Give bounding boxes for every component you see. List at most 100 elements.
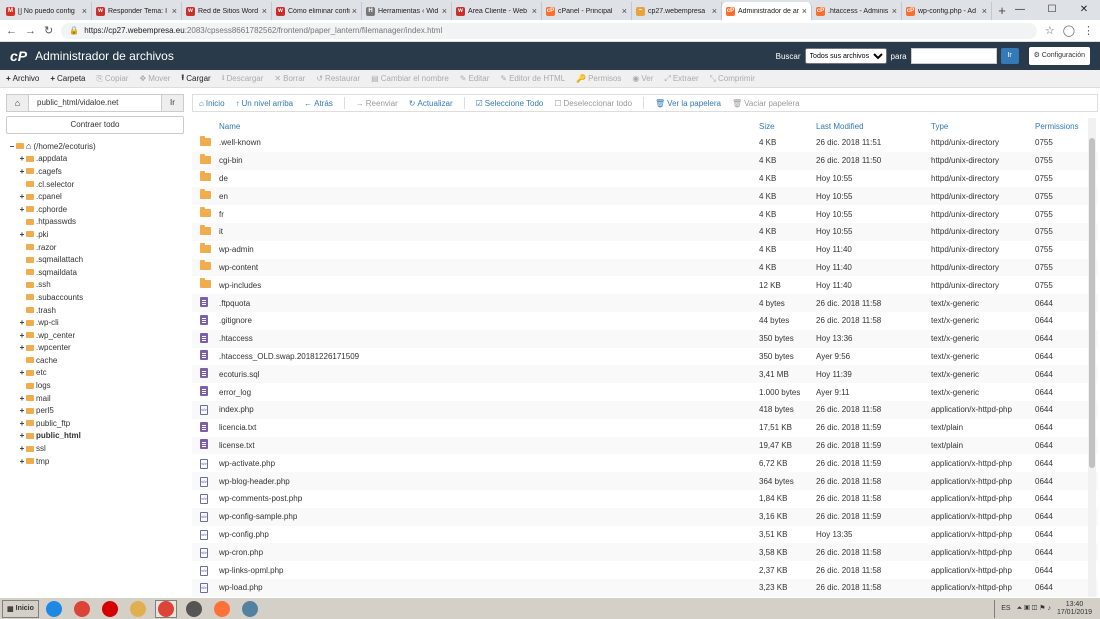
tree-item[interactable]: .htpasswds: [8, 216, 188, 229]
toolbar-editor-de-html-button[interactable]: ✎ Editor de HTML: [500, 74, 565, 83]
table-row[interactable]: </> wp-links-opml.php 2,37 KB 26 dic. 2018 …: [192, 561, 1098, 579]
taskbar-app[interactable]: [127, 600, 149, 618]
tree-item[interactable]: .subaccounts: [8, 291, 188, 304]
close-icon[interactable]: ×: [982, 6, 987, 16]
tree-toggle-icon[interactable]: −: [8, 142, 16, 151]
toolbar-archivo-button[interactable]: + Archivo: [6, 74, 39, 83]
close-icon[interactable]: ×: [892, 6, 897, 16]
table-row[interactable]: license.txt 19,47 KB 26 dic. 2018 11:59 tex…: [192, 436, 1098, 455]
nav-seleccione-todo-button[interactable]: ☑ Seleccione Todo: [476, 99, 544, 108]
close-icon[interactable]: ×: [802, 6, 807, 16]
column-type[interactable]: Type: [931, 122, 1035, 131]
tree-item[interactable]: + tmp: [8, 455, 188, 468]
close-icon[interactable]: ×: [262, 6, 267, 16]
table-row[interactable]: .ftpquota 4 bytes 26 dic. 2018 11:58 text/x…: [192, 294, 1098, 312]
close-icon[interactable]: ×: [442, 6, 447, 16]
table-row[interactable]: </> wp-cron.php 3,58 KB 26 dic. 2018 11:58 a…: [192, 543, 1098, 562]
tree-toggle-icon[interactable]: +: [18, 431, 26, 440]
nav-actualizar-button[interactable]: ↻ Actualizar: [409, 99, 453, 108]
nav-inicio-button[interactable]: ⌂ Inicio: [199, 99, 225, 108]
table-row[interactable]: .htaccess_OLD.swap.20181226171509 350 byt…: [192, 348, 1098, 366]
nav-deseleccionar-todo-button[interactable]: ☐ Deseleccionar todo: [554, 99, 632, 108]
tree-item[interactable]: .trash: [8, 304, 188, 317]
taskbar-app[interactable]: [43, 600, 65, 618]
browser-tab[interactable]: cP wp-config.php - Ad ×: [902, 2, 992, 20]
forward-icon[interactable]: →: [25, 25, 36, 37]
tree-toggle-icon[interactable]: +: [18, 154, 26, 163]
tree-toggle-icon[interactable]: +: [18, 419, 26, 428]
tray-icons[interactable]: ⏶ ▣ ◫ ⚑ ♪: [1017, 604, 1051, 613]
tree-item[interactable]: + .wpcenter: [8, 342, 188, 355]
taskbar-app[interactable]: [99, 600, 121, 618]
toolbar-restaurar-button[interactable]: ↺ Restaurar: [316, 74, 360, 83]
tree-toggle-icon[interactable]: +: [18, 343, 26, 352]
tree-item[interactable]: + public_ftp: [8, 417, 188, 430]
tree-toggle-icon[interactable]: +: [18, 444, 26, 453]
clock[interactable]: 13:40 17/01/2019: [1057, 601, 1092, 617]
scrollbar-thumb[interactable]: [1089, 138, 1095, 468]
nav-vaciar-papelera-button[interactable]: 🗑 Vaciar papelera: [732, 99, 800, 108]
tree-toggle-icon[interactable]: +: [18, 368, 26, 377]
tree-item[interactable]: .razor: [8, 241, 188, 254]
toolbar-descargar-button[interactable]: ⭳ Descargar: [222, 72, 264, 86]
table-row[interactable]: .gitignore 44 bytes 26 dic. 2018 11:58 text…: [192, 312, 1098, 330]
taskbar-app[interactable]: [239, 600, 261, 618]
tree-toggle-icon[interactable]: +: [18, 167, 26, 176]
table-row[interactable]: ecoturis.sql 3,41 MB Hoy 11:39 text/x-gener…: [192, 365, 1098, 384]
tree-item[interactable]: + .appdata: [8, 153, 188, 166]
table-row[interactable]: wp-content 4 KB Hoy 11:40 httpd/unix-direct…: [192, 258, 1098, 277]
home-icon[interactable]: ⌂: [7, 95, 29, 111]
minimize-icon[interactable]: —: [1004, 0, 1036, 20]
table-row[interactable]: en 4 KB Hoy 10:55 httpd/unix-directory 0755: [192, 187, 1098, 206]
toolbar-permisos-button[interactable]: 🔑 Permisos: [576, 74, 621, 83]
search-go-button[interactable]: Ir: [1000, 48, 1019, 64]
table-row[interactable]: </> wp-config-sample.php 3,16 KB 26 dic. 20…: [192, 507, 1098, 526]
table-row[interactable]: .htaccess 350 bytes Hoy 13:36 text/x-generi…: [192, 329, 1098, 348]
language-indicator[interactable]: ES: [1001, 605, 1010, 612]
maximize-icon[interactable]: ☐: [1036, 0, 1068, 20]
nav-un-nivel-arriba-button[interactable]: ↑ Un nivel arriba: [236, 99, 294, 108]
table-row[interactable]: licencia.txt 17,51 KB 26 dic. 2018 11:59 te…: [192, 419, 1098, 437]
table-row[interactable]: </> wp-activate.php 6,72 KB 26 dic. 2018 11…: [192, 454, 1098, 472]
column-size[interactable]: Size: [759, 122, 816, 131]
tree-item[interactable]: + .cagefs: [8, 165, 188, 178]
tree-item[interactable]: .cl.selector: [8, 178, 188, 191]
nav-reenviar-button[interactable]: → Reenviar: [356, 99, 398, 108]
tree-toggle-icon[interactable]: +: [18, 457, 26, 466]
close-window-icon[interactable]: ✕: [1068, 0, 1100, 20]
tree-item[interactable]: logs: [8, 379, 188, 392]
tree-item[interactable]: + .pki: [8, 228, 188, 241]
table-row[interactable]: </> index.php 418 bytes 26 dic. 2018 11:58 a…: [192, 400, 1098, 419]
table-row[interactable]: </> wp-blog-header.php 364 bytes 26 dic. 20…: [192, 472, 1098, 490]
tree-item[interactable]: − ⌂ (/home2/ecoturis): [8, 140, 188, 153]
nav-atrás-button[interactable]: ← Atrás: [304, 99, 333, 108]
close-icon[interactable]: ×: [532, 6, 537, 16]
settings-button[interactable]: ⚙ Configuración: [1028, 47, 1090, 65]
tree-item[interactable]: + .wp_center: [8, 329, 188, 342]
browser-tab[interactable]: M[] No puedo config ×: [2, 2, 92, 20]
reload-icon[interactable]: ↻: [44, 24, 53, 37]
toolbar-borrar-button[interactable]: ✕ Borrar: [274, 74, 305, 83]
tree-toggle-icon[interactable]: +: [18, 406, 26, 415]
tree-toggle-icon[interactable]: +: [18, 394, 26, 403]
toolbar-editar-button[interactable]: ✎ Editar: [460, 74, 490, 83]
url-field[interactable]: 🔒 https://cp27.webempresa.eu :2083/cpses…: [61, 22, 1037, 39]
tree-item[interactable]: + ssl: [8, 442, 188, 455]
close-icon[interactable]: ×: [622, 6, 627, 16]
tree-item[interactable]: cache: [8, 354, 188, 367]
browser-tab[interactable]: cP .htaccess - Adminis ×: [812, 2, 902, 20]
taskbar-app[interactable]: [183, 600, 205, 618]
table-row[interactable]: </> wp-comments-post.php 1,84 KB 26 dic. 20…: [192, 490, 1098, 508]
menu-icon[interactable]: ⋮: [1083, 24, 1094, 37]
column-last-modified[interactable]: Last Modified: [816, 122, 931, 131]
browser-tab[interactable]: w Responder Tema: I ×: [92, 2, 182, 20]
table-row[interactable]: .well-known 4 KB 26 dic. 2018 11:51 httpd/u…: [192, 134, 1098, 152]
tree-toggle-icon[interactable]: +: [18, 205, 26, 214]
tree-item[interactable]: .ssh: [8, 279, 188, 292]
tree-item[interactable]: + .wp-cli: [8, 316, 188, 329]
toolbar-copiar-button[interactable]: ⎘ Copiar: [97, 74, 129, 84]
toolbar-cambiar-el-nombre-button[interactable]: ▤ Cambiar el nombre: [371, 74, 449, 83]
table-row[interactable]: error_log 1.000 bytes Ayer 9:11 text/x-gene…: [192, 383, 1098, 401]
toolbar-cargar-button[interactable]: ⭱ Cargar: [181, 72, 210, 86]
taskbar-app[interactable]: [154, 599, 177, 618]
